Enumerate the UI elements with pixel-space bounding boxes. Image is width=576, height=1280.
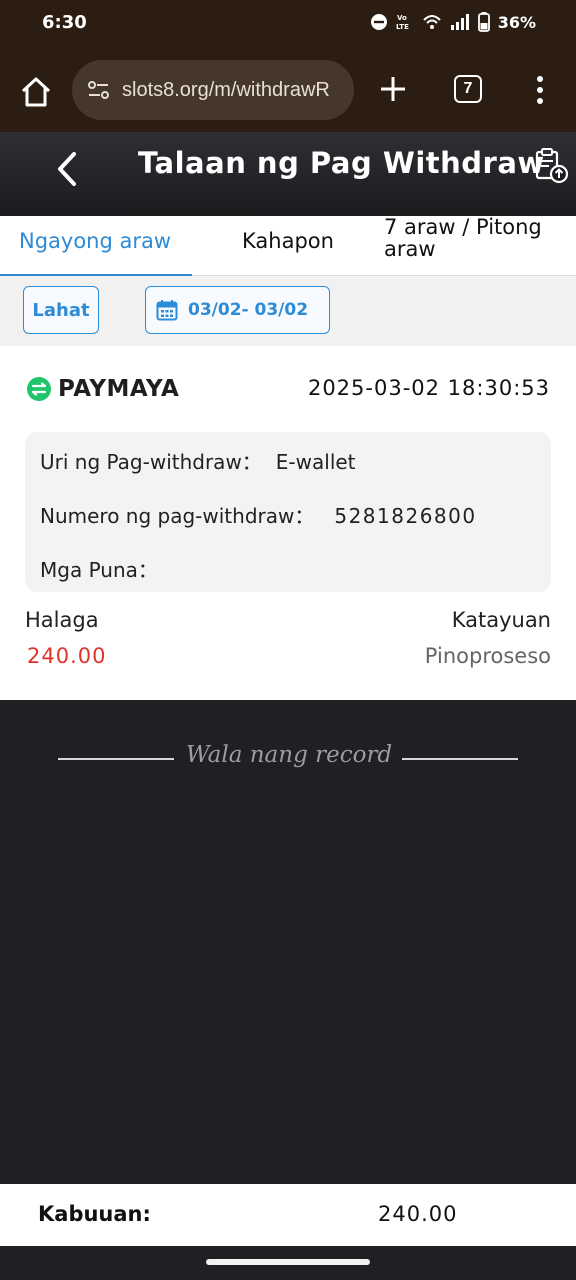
paymaya-logo: PAYMAYA [26, 376, 179, 402]
record-details: Uri ng Pag-withdraw： E-wallet Numero ng p… [25, 432, 551, 592]
status-icons: Vo LTE 36% [370, 12, 536, 32]
divider-left [58, 758, 174, 760]
back-arrow-icon[interactable] [52, 150, 84, 188]
battery-icon [477, 12, 490, 32]
total-value: 240.00 [378, 1202, 458, 1226]
record-datetime: 2025-03-02 18:30:53 [307, 376, 550, 400]
volte-icon: VoLTE [396, 14, 409, 31]
tab-today[interactable]: Ngayong araw [0, 216, 192, 277]
app-header: Talaan ng Pag Withdraw [0, 132, 576, 216]
site-settings-icon[interactable] [84, 75, 114, 105]
total-label: Kabuuan: [38, 1202, 151, 1226]
amount-value: 240.00 [27, 644, 107, 668]
tab-7-days[interactable]: 7 araw / Pitong araw [378, 216, 576, 276]
wifi-icon [422, 15, 441, 29]
withdraw-type-label: Uri ng Pag-withdraw： [40, 450, 262, 474]
gesture-home-indicator[interactable] [206, 1259, 370, 1265]
tab-7-days-label: 7 araw / Pitong araw [384, 215, 542, 261]
svg-text:LTE: LTE [396, 23, 409, 31]
status-value: Pinoproseso [424, 644, 551, 668]
calendar-icon [156, 300, 178, 321]
withdraw-record-card[interactable]: PAYMAYA 2025-03-02 18:30:53 Uri ng Pag-w… [0, 346, 576, 700]
home-icon[interactable] [18, 74, 54, 110]
withdraw-type-row: Uri ng Pag-withdraw： E-wallet [40, 446, 356, 475]
url-bar[interactable]: slots8.org/m/withdrawR [72, 60, 354, 120]
no-more-records-text: Wala nang record [186, 742, 393, 768]
withdraw-number-row: Numero ng pag-withdraw： 5281826800 [40, 500, 477, 529]
all-filter-button[interactable]: Lahat [23, 286, 99, 334]
url-text: slots8.org/m/withdrawR [122, 78, 330, 101]
withdraw-number-value: 5281826800 [334, 504, 477, 528]
total-footer: Kabuuan: 240.00 [0, 1184, 576, 1246]
filter-row: Lahat 03/02- 03/02 [0, 276, 576, 346]
status-time: 6:30 [42, 12, 87, 33]
divider-right [402, 758, 518, 760]
battery-percent: 36% [497, 12, 536, 32]
browser-toolbar: slots8.org/m/withdrawR 7 [0, 48, 576, 132]
remarks-label: Mga Puna： [40, 558, 158, 582]
withdraw-type-value: E-wallet [275, 450, 356, 474]
new-tab-icon[interactable] [376, 72, 410, 106]
paymaya-logo-icon [27, 377, 51, 401]
no-more-records: Wala nang record [0, 742, 576, 774]
signal-icon [450, 14, 469, 30]
remarks-row: Mga Puna： [40, 554, 158, 583]
more-menu-icon[interactable] [530, 74, 550, 106]
status-label: Katayuan [451, 608, 551, 632]
tab-yesterday-label: Kahapon [242, 229, 334, 253]
date-range-button[interactable]: 03/02- 03/02 [145, 286, 330, 334]
date-tabs: Ngayong araw Kahapon 7 araw / Pitong ara… [0, 216, 576, 277]
page-title: Talaan ng Pag Withdraw [138, 146, 545, 180]
amount-label: Halaga [25, 608, 99, 632]
status-bar: 6:30 Vo LTE 36% [0, 0, 576, 48]
svg-text:Vo: Vo [397, 14, 407, 22]
tab-today-label: Ngayong araw [19, 229, 172, 253]
withdraw-number-label: Numero ng pag-withdraw： [40, 504, 315, 528]
clipboard-upload-icon[interactable] [532, 146, 570, 184]
tab-yesterday[interactable]: Kahapon [224, 216, 354, 276]
date-range-text: 03/02- 03/02 [188, 300, 309, 320]
dnd-icon [370, 14, 387, 30]
tab-switcher-button[interactable]: 7 [454, 75, 482, 103]
provider-name: PAYMAYA [58, 376, 180, 402]
